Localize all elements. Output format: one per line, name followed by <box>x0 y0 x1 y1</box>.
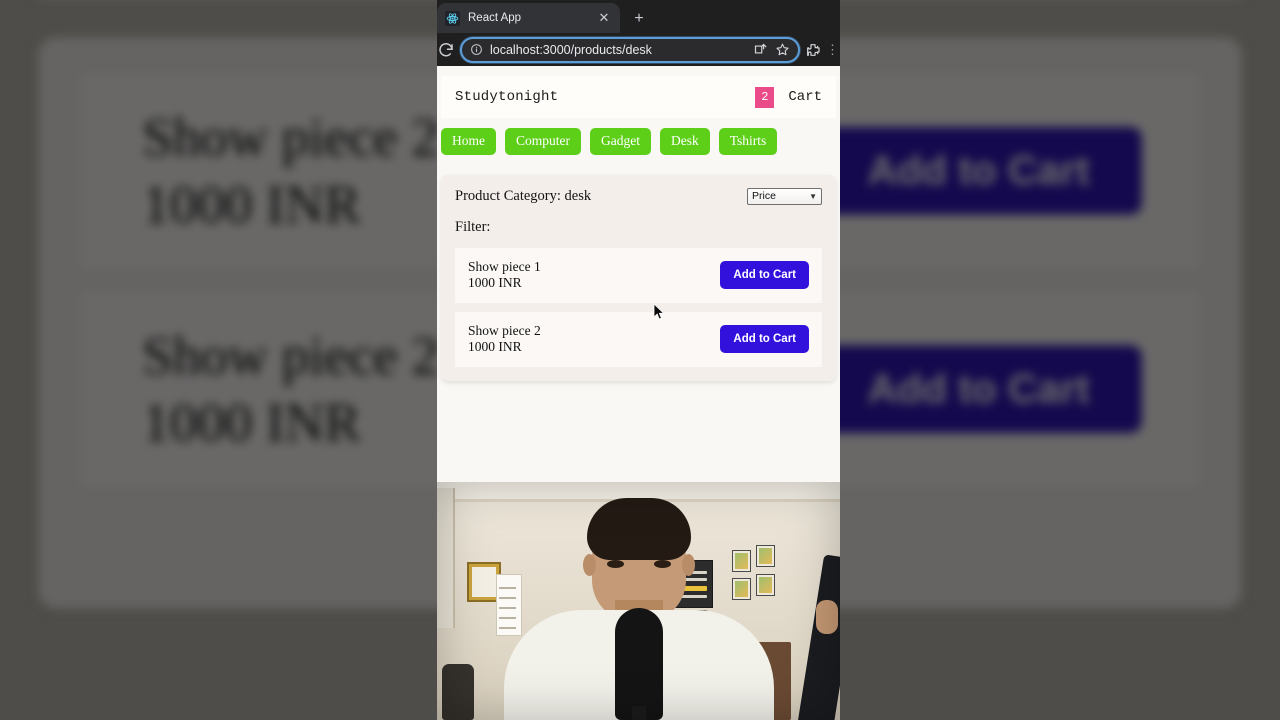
reload-icon[interactable] <box>437 41 455 59</box>
react-logo-icon <box>445 10 460 26</box>
browser-chrome: React App ✕ + localhost:3000/products/de… <box>437 0 840 66</box>
product-name: Show piece 1 <box>468 258 541 274</box>
star-icon[interactable] <box>775 42 790 57</box>
product-price: 1000 INR <box>468 339 522 355</box>
products-panel: Product Category: desk Price ▼ Filter: S… <box>441 174 836 381</box>
plus-icon[interactable]: + <box>627 7 651 31</box>
cart-area[interactable]: 2 Cart <box>755 86 822 108</box>
category-navbar: Home Computer Gadget Desk Tshirts <box>441 118 836 155</box>
product-info: Show piece 2 1000 INR <box>468 323 541 356</box>
puzzle-piece-icon[interactable] <box>805 42 821 58</box>
add-to-cart-button[interactable]: Add to Cart <box>720 325 809 354</box>
product-price: 1000 INR <box>468 275 522 291</box>
nav-button-gadget[interactable]: Gadget <box>590 128 651 155</box>
cart-count-badge: 2 <box>755 86 775 108</box>
backdrop-product-price-2: 1000 INR <box>142 392 362 454</box>
product-list: Show piece 1 1000 INR Add to Cart Show p… <box>455 247 822 367</box>
close-icon[interactable]: ✕ <box>596 10 612 26</box>
address-bar[interactable]: localhost:3000/products/desk <box>460 36 800 63</box>
app-header: Studytonight 2 Cart <box>441 76 836 118</box>
sort-select-value: Price <box>752 190 776 203</box>
filter-label: Filter: <box>455 218 491 235</box>
nav-button-home[interactable]: Home <box>441 128 496 155</box>
menu-dots-icon[interactable]: ⋮ <box>826 42 839 58</box>
sort-select[interactable]: Price ▼ <box>747 187 822 205</box>
backdrop-product-price-1: 1000 INR <box>142 173 362 236</box>
product-card[interactable]: Show piece 2 1000 INR Add to Cart <box>455 311 822 367</box>
brand-title: Studytonight <box>455 89 559 105</box>
page-content: Studytonight 2 Cart Home Computer Gadget… <box>437 66 840 482</box>
product-card[interactable]: Show piece 1 1000 INR Add to Cart <box>455 247 822 303</box>
url-text: localhost:3000/products/desk <box>490 42 652 57</box>
nav-button-computer[interactable]: Computer <box>505 128 581 155</box>
backdrop-add-to-cart-2: Add to Cart <box>815 345 1142 433</box>
omnibox-row: localhost:3000/products/desk ⋮ <box>437 33 840 66</box>
backdrop-add-to-cart-1: Add to Cart <box>815 126 1142 215</box>
add-to-cart-button[interactable]: Add to Cart <box>720 261 809 290</box>
cart-label[interactable]: Cart <box>788 89 822 105</box>
cast-screen-icon[interactable] <box>753 42 768 57</box>
webcam-video-overlay <box>437 482 840 720</box>
product-info: Show piece 1 1000 INR <box>468 259 541 292</box>
tab-title: React App <box>468 12 522 24</box>
nav-button-tshirts[interactable]: Tshirts <box>718 128 778 155</box>
product-name: Show piece 2 <box>468 322 541 338</box>
backdrop-product-name-2: Show piece 2 <box>142 324 439 387</box>
chevron-down-icon: ▼ <box>809 191 817 201</box>
tab-strip: React App ✕ + <box>437 0 840 33</box>
info-circle-icon[interactable] <box>470 43 483 56</box>
product-category-title: Product Category: desk <box>455 187 592 204</box>
panel-header-row: Product Category: desk Price ▼ <box>455 187 822 205</box>
nav-button-desk[interactable]: Desk <box>659 128 710 155</box>
browser-tab-react-app[interactable]: React App ✕ <box>437 3 620 33</box>
browser-window: React App ✕ + localhost:3000/products/de… <box>437 0 840 720</box>
backdrop-product-name-1: Show piece 2 <box>142 106 439 168</box>
